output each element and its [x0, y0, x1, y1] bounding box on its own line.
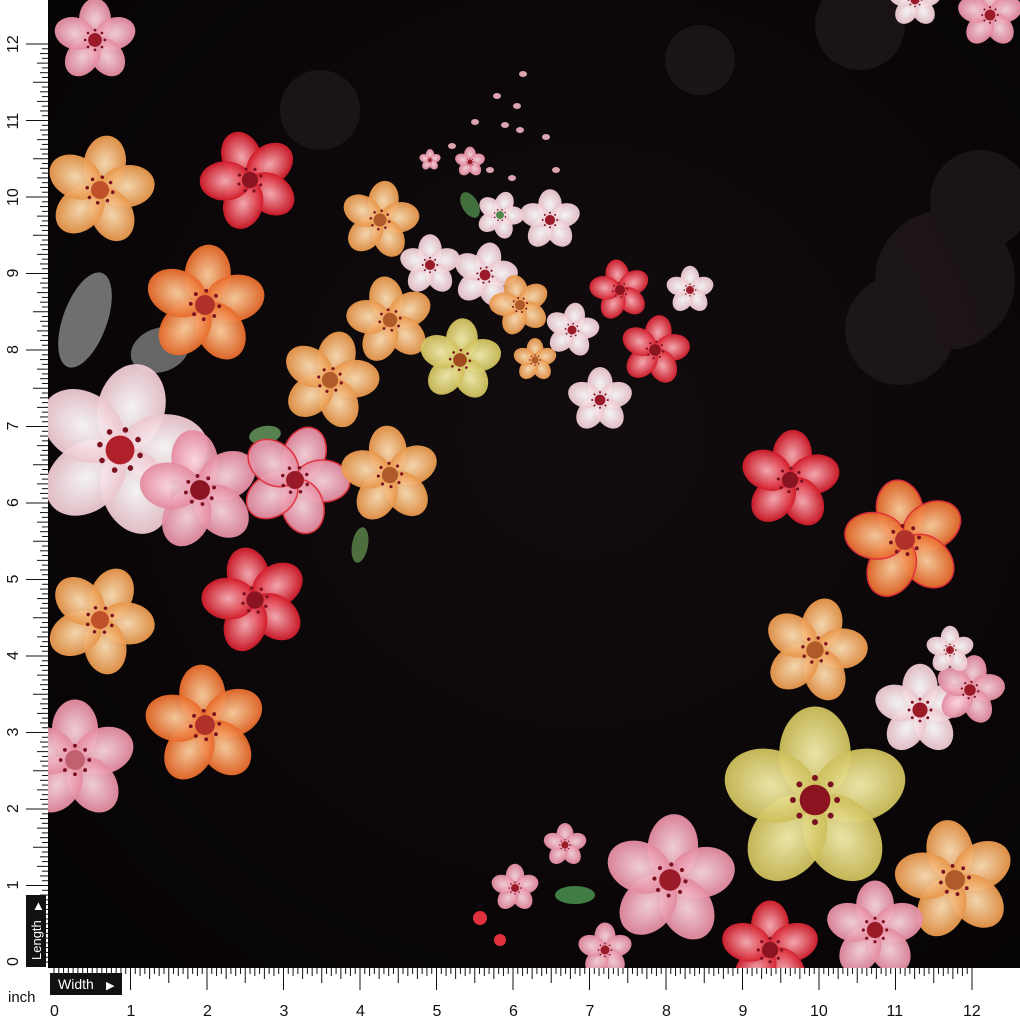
- petal-fleck: [513, 103, 521, 109]
- bottom-ruler-number: 2: [203, 1003, 212, 1020]
- bottom-ruler: 0 1 2 3 4 5 6 7 8 9 10 11 12 inch Width ▶: [0, 968, 1020, 1020]
- petal-fleck: [542, 134, 550, 140]
- left-ruler-number: 1: [5, 881, 22, 890]
- petal-fleck: [486, 167, 494, 173]
- bottom-ruler-number: 9: [739, 1003, 748, 1020]
- bottom-ruler-number: 12: [963, 1003, 981, 1020]
- bottom-ruler-number: 6: [509, 1003, 518, 1020]
- length-label-badge: Length ▶: [26, 895, 46, 967]
- left-ruler-number: 12: [5, 35, 22, 53]
- width-label-badge: Width ▶: [50, 973, 122, 995]
- fabric-swatch-image: 0 1 2 3 4 5 6 7 8 9 10 11 12 inch Width ▶ 0123456789…: [0, 0, 1020, 1020]
- petal-fleck: [508, 175, 516, 181]
- bottom-ruler-number: 8: [662, 1003, 671, 1020]
- petal-fleck: [552, 167, 560, 173]
- left-ruler-number: 9: [5, 269, 22, 278]
- left-ruler-number: 5: [5, 575, 22, 584]
- petal-fleck: [493, 93, 501, 99]
- left-ruler: 0123456789101112 Length ▶: [0, 0, 48, 968]
- left-ruler-number: 7: [5, 422, 22, 431]
- bottom-ruler-number: 11: [887, 1003, 904, 1020]
- bud: [494, 934, 506, 946]
- left-ruler-number: 0: [5, 957, 22, 966]
- width-arrow-icon: ▶: [106, 980, 115, 992]
- bottom-ruler-number: 10: [810, 1003, 828, 1020]
- bottom-ruler-number: 1: [127, 1003, 136, 1020]
- left-ruler-number: 11: [5, 113, 22, 130]
- bottom-ruler-number: 5: [433, 1003, 442, 1020]
- length-label-text: Length: [29, 920, 44, 960]
- leaf: [555, 886, 595, 904]
- petal-fleck: [501, 122, 509, 128]
- petal-fleck: [471, 119, 479, 125]
- left-ruler-number: 6: [5, 498, 22, 507]
- bottom-ruler-number: 0: [50, 1003, 59, 1020]
- length-arrow-icon: ▶: [33, 902, 44, 910]
- left-ruler-number: 8: [5, 345, 22, 354]
- left-ruler-number: 4: [5, 651, 22, 660]
- petal-fleck: [516, 127, 524, 133]
- bud: [473, 911, 487, 925]
- fabric-print-area: [16, 0, 1020, 993]
- width-label-text: Width: [58, 976, 94, 992]
- unit-label: inch: [8, 989, 36, 1006]
- left-ruler-number: 3: [5, 728, 22, 737]
- left-ruler-number: 2: [5, 804, 22, 813]
- bottom-ruler-number: 7: [586, 1003, 595, 1020]
- bottom-ruler-number: 4: [356, 1003, 365, 1020]
- petal-fleck: [448, 143, 456, 149]
- petal-fleck: [519, 71, 527, 77]
- bottom-ruler-number: 3: [280, 1003, 289, 1020]
- left-ruler-number: 10: [5, 188, 22, 206]
